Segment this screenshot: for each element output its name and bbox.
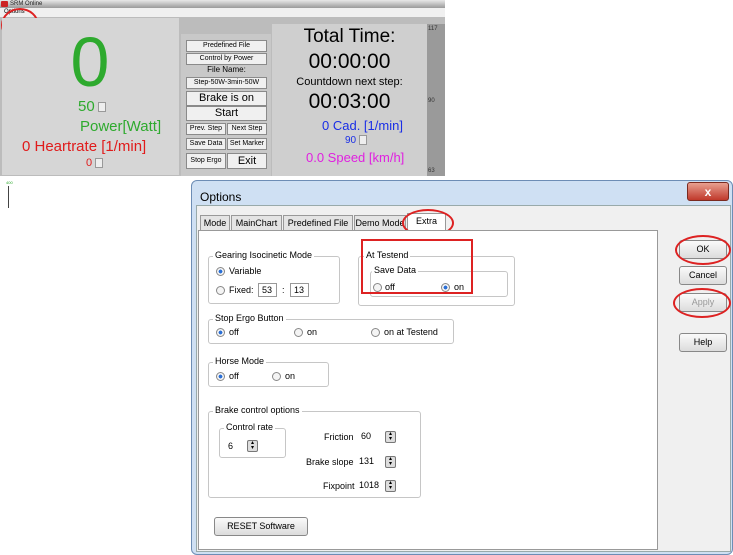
control-rate-label: Control rate bbox=[224, 422, 276, 432]
gearing-front-input[interactable]: 53 bbox=[258, 283, 277, 297]
gearing-fixed-label: Fixed: bbox=[229, 285, 254, 295]
brake-slope-spin-icon[interactable]: ▴ ▾ bbox=[385, 456, 396, 468]
gearing-rear-input[interactable]: 13 bbox=[290, 283, 309, 297]
next-step-button[interactable]: Next Step bbox=[227, 123, 267, 135]
countdown-value: 00:03:00 bbox=[308, 90, 391, 113]
side-axis bbox=[8, 186, 9, 208]
fixpoint-input[interactable]: 1018 bbox=[356, 479, 382, 493]
start-button[interactable]: Start bbox=[186, 106, 267, 121]
heartrate-value-text: 0 bbox=[86, 157, 93, 169]
gearing-variable-radio[interactable] bbox=[216, 267, 225, 276]
file-name-label: File Name: bbox=[207, 65, 246, 74]
fixpoint-label: Fixpoint bbox=[323, 481, 355, 491]
tab-demo-mode[interactable]: Demo Mode bbox=[354, 215, 406, 230]
reset-software-button[interactable]: RESET Software bbox=[214, 517, 308, 536]
speed-label: 0.0 Speed [km/h] bbox=[306, 150, 405, 165]
brake-control-label: Brake control options bbox=[213, 405, 302, 415]
stop-ergo-off-label: off bbox=[229, 327, 239, 337]
horse-on-radio[interactable] bbox=[272, 372, 281, 381]
cadence-value-text: 90 bbox=[345, 135, 357, 146]
horse-on-label: on bbox=[285, 371, 296, 381]
friction-label: Friction bbox=[324, 432, 354, 442]
heartrate-spin-icon[interactable] bbox=[95, 158, 104, 169]
horse-off-label: off bbox=[229, 371, 239, 381]
tab-mainchart[interactable]: MainChart bbox=[231, 215, 282, 230]
testend-annotation-box bbox=[361, 239, 473, 294]
total-time-label: Total Time: bbox=[303, 26, 396, 47]
help-button[interactable]: Help bbox=[679, 333, 727, 352]
stop-ergo-testend-label: on at Testend bbox=[384, 327, 438, 337]
stop-ergo-testend-radio[interactable] bbox=[371, 328, 380, 337]
tab-mode[interactable]: Mode bbox=[200, 215, 230, 230]
stop-ergo-button[interactable]: Stop Ergo bbox=[186, 153, 226, 169]
gearing-separator: : bbox=[282, 285, 285, 295]
apply-annotation-circle bbox=[673, 288, 731, 318]
total-time-value: 00:00:00 bbox=[308, 50, 391, 73]
exit-button[interactable]: Exit bbox=[227, 153, 267, 169]
cadence-label: 0 Cad. [1/min] bbox=[322, 118, 403, 133]
power-label: Power[Watt] bbox=[80, 118, 162, 135]
friction-spin-icon[interactable]: ▴ ▾ bbox=[385, 431, 396, 443]
save-data-button[interactable]: Save Data bbox=[186, 138, 226, 150]
horse-off-radio[interactable] bbox=[216, 372, 225, 381]
scale-mid: 90 bbox=[428, 98, 435, 104]
fixpoint-spin-icon[interactable]: ▴ ▾ bbox=[385, 480, 396, 492]
power-spin-icon[interactable] bbox=[97, 102, 106, 113]
brake-status[interactable]: Brake is on bbox=[186, 91, 267, 106]
close-icon[interactable]: x bbox=[687, 182, 729, 201]
cancel-button[interactable]: Cancel bbox=[679, 266, 727, 285]
set-marker-button[interactable]: Set Marker bbox=[227, 138, 267, 150]
friction-input[interactable]: 60 bbox=[358, 430, 380, 444]
stop-ergo-on-label: on bbox=[307, 327, 318, 337]
file-name-value: Step-50W-3min-50W bbox=[186, 77, 267, 89]
scale-top: 117 bbox=[428, 26, 438, 32]
gearing-fixed-radio[interactable] bbox=[216, 286, 225, 295]
predefined-file-button[interactable]: Predefined File bbox=[186, 40, 267, 52]
cadence-value: 90 bbox=[345, 135, 368, 146]
prev-step-button[interactable]: Prev. Step bbox=[186, 123, 226, 135]
power-value-text: 50 bbox=[78, 98, 95, 115]
srm-menu-bar: Options bbox=[0, 8, 445, 17]
countdown-label: Countdown next step: bbox=[296, 76, 403, 88]
dialog-title: Options bbox=[200, 190, 242, 204]
heartrate-value: 0 bbox=[86, 157, 104, 169]
scale-bottom: 63 bbox=[428, 168, 435, 174]
horse-mode-label: Horse Mode bbox=[213, 356, 267, 366]
brake-slope-input[interactable]: 131 bbox=[356, 455, 380, 469]
control-rate-spin-icon[interactable]: ▴ ▾ bbox=[247, 440, 258, 452]
srm-logo-icon bbox=[1, 1, 8, 7]
control-rate-value[interactable]: 6 bbox=[228, 441, 233, 451]
brake-slope-label: Brake slope bbox=[306, 457, 354, 467]
stop-ergo-label: Stop Ergo Button bbox=[213, 313, 286, 323]
heartrate-label: 0 Heartrate [1/min] bbox=[22, 138, 147, 155]
gearing-label: Gearing Isocinetic Mode bbox=[213, 250, 315, 260]
ok-annotation-circle bbox=[675, 235, 731, 265]
gearing-variable-label: Variable bbox=[229, 266, 262, 276]
stop-ergo-off-radio[interactable] bbox=[216, 328, 225, 337]
cadence-spin-icon[interactable] bbox=[359, 135, 368, 146]
side-tick: 400 bbox=[6, 180, 13, 185]
tab-predefined-file[interactable]: Predefined File bbox=[283, 215, 353, 230]
stop-ergo-on-radio[interactable] bbox=[294, 328, 303, 337]
control-by-power-button[interactable]: Control by Power bbox=[186, 53, 267, 65]
power-value: 50 bbox=[78, 98, 106, 115]
big-value: 0 bbox=[70, 23, 110, 101]
srm-title-bar: SRM Online bbox=[0, 0, 445, 8]
